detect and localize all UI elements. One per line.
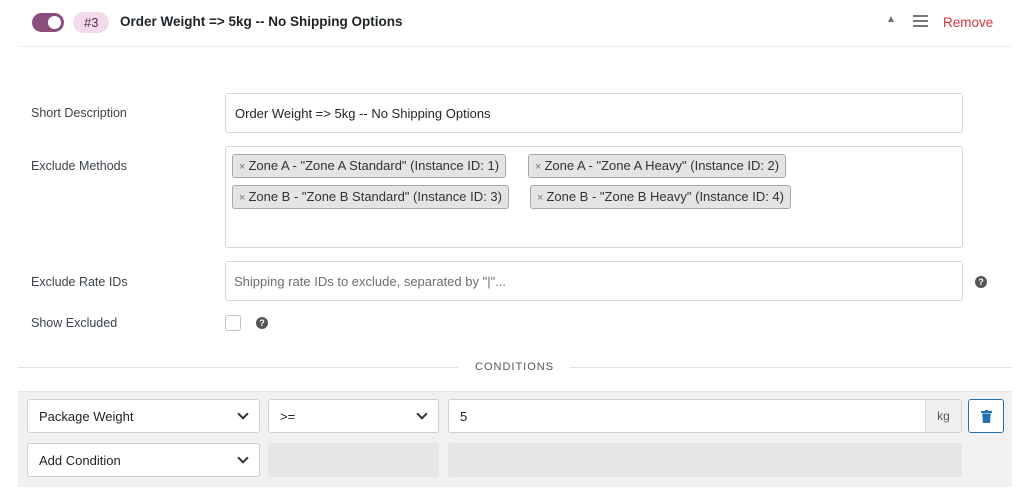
add-condition-select[interactable]: Add Condition — [27, 443, 260, 477]
disabled-value-placeholder — [448, 443, 962, 477]
collapse-caret-icon[interactable]: ▲ — [886, 14, 896, 25]
short-description-value: Order Weight => 5kg -- No Shipping Optio… — [235, 106, 491, 121]
method-chip[interactable]: × Zone B - "Zone B Standard" (Instance ID… — [232, 185, 509, 209]
help-icon[interactable]: ? — [975, 276, 987, 288]
exclude-methods-select[interactable]: × Zone A - "Zone A Standard" (Instance ID… — [225, 146, 963, 248]
exclude-rate-ids-field[interactable] — [225, 261, 963, 301]
condition-field-select[interactable]: Package Weight — [27, 399, 260, 433]
conditions-heading: CONDITIONS — [475, 361, 555, 373]
rule-header: #3 Order Weight => 5kg -- No Shipping Op… — [18, 0, 1012, 47]
method-chip-label: Zone A - "Zone A Heavy" (Instance ID: 2) — [544, 158, 780, 173]
disabled-operator-placeholder — [268, 443, 439, 477]
trash-icon — [981, 410, 992, 423]
method-chip[interactable]: × Zone B - "Zone B Heavy" (Instance ID: 4… — [530, 185, 791, 209]
method-chip[interactable]: × Zone A - "Zone A Standard" (Instance ID… — [232, 154, 507, 178]
condition-value: 5 — [460, 409, 468, 424]
condition-value-input[interactable]: 5 kg — [448, 399, 962, 433]
remove-chip-icon[interactable]: × — [535, 161, 541, 173]
divider — [570, 367, 1012, 368]
drag-handle-icon[interactable] — [913, 15, 928, 28]
rule-enabled-toggle[interactable] — [32, 13, 64, 32]
exclude-rate-ids-label: Exclude Rate IDs — [31, 275, 128, 289]
condition-operator-value: >= — [280, 409, 296, 424]
chevron-down-icon — [237, 408, 249, 420]
remove-chip-icon[interactable]: × — [239, 192, 245, 204]
exclude-methods-label: Exclude Methods — [31, 159, 127, 173]
chevron-down-icon — [237, 452, 249, 464]
show-excluded-label: Show Excluded — [31, 316, 118, 330]
show-excluded-checkbox[interactable] — [225, 315, 241, 331]
condition-field-value: Package Weight — [39, 409, 134, 424]
short-description-label: Short Description — [31, 106, 127, 120]
divider — [18, 367, 458, 368]
short-description-field[interactable]: Order Weight => 5kg -- No Shipping Optio… — [225, 93, 963, 133]
method-chip[interactable]: × Zone A - "Zone A Heavy" (Instance ID: 2… — [528, 154, 787, 178]
toggle-knob — [48, 16, 61, 29]
unit-label: kg — [925, 400, 961, 432]
delete-condition-button[interactable] — [968, 399, 1004, 433]
exclude-rate-ids-input[interactable] — [234, 262, 912, 300]
help-icon[interactable]: ? — [256, 317, 268, 329]
method-chip-label: Zone A - "Zone A Standard" (Instance ID:… — [248, 158, 500, 173]
condition-operator-select[interactable]: >= — [268, 399, 439, 433]
add-condition-label: Add Condition — [39, 453, 121, 468]
remove-chip-icon[interactable]: × — [239, 161, 245, 173]
remove-chip-icon[interactable]: × — [537, 192, 543, 204]
rule-title: Order Weight => 5kg -- No Shipping Optio… — [120, 14, 403, 29]
rule-number-badge: #3 — [73, 12, 110, 33]
method-chip-label: Zone B - "Zone B Standard" (Instance ID:… — [248, 189, 502, 204]
method-chip-label: Zone B - "Zone B Heavy" (Instance ID: 4) — [546, 189, 784, 204]
remove-rule-link[interactable]: Remove — [943, 15, 993, 30]
chevron-down-icon — [416, 408, 428, 420]
